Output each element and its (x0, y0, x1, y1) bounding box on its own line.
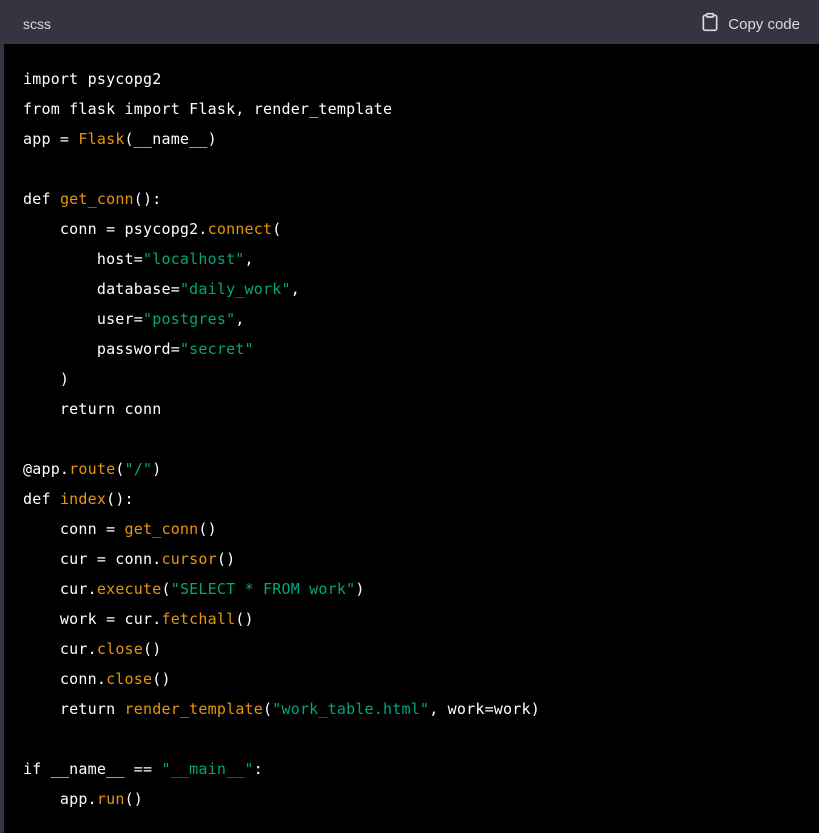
language-label: scss (23, 16, 51, 32)
code-line: cur.close() (23, 634, 819, 664)
code-token: , (244, 250, 254, 268)
code-line: password="secret" (23, 334, 819, 364)
code-token: def (23, 190, 60, 208)
code-token: ) (355, 580, 365, 598)
code-token: ( (263, 700, 273, 718)
code-token: database= (23, 280, 180, 298)
code-token-function: route (69, 460, 116, 478)
code-token-function: get_conn (59, 190, 134, 208)
code-token-function: Flask (78, 130, 125, 148)
code-token: conn. (23, 670, 107, 688)
code-token: def (23, 490, 60, 508)
clipboard-icon (700, 12, 720, 36)
code-line: ) (23, 364, 819, 394)
code-token: cur. (23, 580, 97, 598)
code-token: return conn (23, 400, 162, 418)
code-token-function: close (106, 670, 153, 688)
code-token-string: "daily_work" (179, 280, 291, 298)
code-block-header: scss Copy code (4, 4, 819, 44)
code-token-function: index (59, 490, 107, 508)
code-line: app.run() (23, 784, 819, 814)
code-token-function: connect (207, 220, 273, 238)
code-token-function: run (96, 790, 125, 808)
code-token: work = cur. (23, 610, 162, 628)
code-line: user="postgres", (23, 304, 819, 334)
code-token-function: close (96, 640, 144, 658)
code-token: ) (152, 460, 162, 478)
code-token: () (235, 610, 254, 628)
code-line: app = Flask(__name__) (23, 124, 819, 154)
code-token: () (198, 520, 217, 538)
code-token-string: "localhost" (143, 250, 245, 268)
code-token: ( (161, 580, 171, 598)
code-line: return conn (23, 394, 819, 424)
code-token: () (216, 550, 236, 568)
code-block: scss Copy code import psycopg2 from flask… (4, 4, 819, 833)
code-token-string: "SELECT * FROM work" (170, 580, 356, 598)
code-line: conn = get_conn() (23, 514, 819, 544)
code-token: password= (23, 340, 180, 358)
code-token: app. (23, 790, 97, 808)
code-token-string: "/" (124, 460, 153, 478)
code-token-string: "__main__" (161, 760, 254, 778)
code-token: , (235, 310, 245, 328)
code-token: conn = psycopg2. (23, 220, 208, 238)
code-line: conn.close() (23, 664, 819, 694)
code-token-string: "secret" (179, 340, 254, 358)
code-line: import psycopg2 (23, 64, 819, 94)
copy-code-button[interactable]: Copy code (700, 12, 800, 36)
code-line: conn = psycopg2.connect( (23, 214, 819, 244)
code-token: from flask import Flask, render_template (23, 100, 393, 118)
code-line: from flask import Flask, render_template (23, 94, 819, 124)
code-token: cur = conn. (23, 550, 162, 568)
code-line: @app.route("/") (23, 454, 819, 484)
code-token: (__name__) (124, 130, 217, 148)
code-token: , (290, 280, 300, 298)
code-line: def index(): (23, 484, 819, 514)
code-token-function: render_template (124, 700, 264, 718)
code-token-function: fetchall (161, 610, 236, 628)
code-line: def get_conn(): (23, 184, 819, 214)
code-token: ( (272, 220, 282, 238)
code-token: if __name__ == (23, 760, 162, 778)
code-token: return (23, 700, 125, 718)
code-token: ) (23, 370, 70, 388)
code-line: if __name__ == "__main__": (23, 754, 819, 784)
code-token: user= (23, 310, 143, 328)
code-line: work = cur.fetchall() (23, 604, 819, 634)
code-token: cur. (23, 640, 97, 658)
copy-code-label: Copy code (728, 15, 800, 33)
code-token: host= (23, 250, 143, 268)
code-token: () (124, 790, 144, 808)
code-token: (): (133, 190, 162, 208)
code-token: () (143, 640, 162, 658)
code-token-function: get_conn (124, 520, 199, 538)
code-line: return render_template("work_table.html"… (23, 694, 819, 724)
code-token: @app. (23, 460, 70, 478)
code-line: cur = conn.cursor() (23, 544, 819, 574)
code-token: import psycopg2 (23, 70, 162, 88)
code-token: app = (23, 130, 79, 148)
code-content[interactable]: import psycopg2 from flask import Flask, … (4, 44, 819, 814)
code-token-function: cursor (161, 550, 217, 568)
code-line: host="localhost", (23, 244, 819, 274)
code-token: () (152, 670, 171, 688)
code-line: cur.execute("SELECT * FROM work") (23, 574, 819, 604)
code-token: , work=work) (429, 700, 540, 718)
code-token: ( (115, 460, 125, 478)
code-line: database="daily_work", (23, 274, 819, 304)
code-token: conn = (23, 520, 125, 538)
code-token: (): (106, 490, 134, 508)
code-token-string: "work_table.html" (272, 700, 430, 718)
code-token: : (253, 760, 264, 778)
code-token-string: "postgres" (143, 310, 236, 328)
code-token-function: execute (96, 580, 162, 598)
